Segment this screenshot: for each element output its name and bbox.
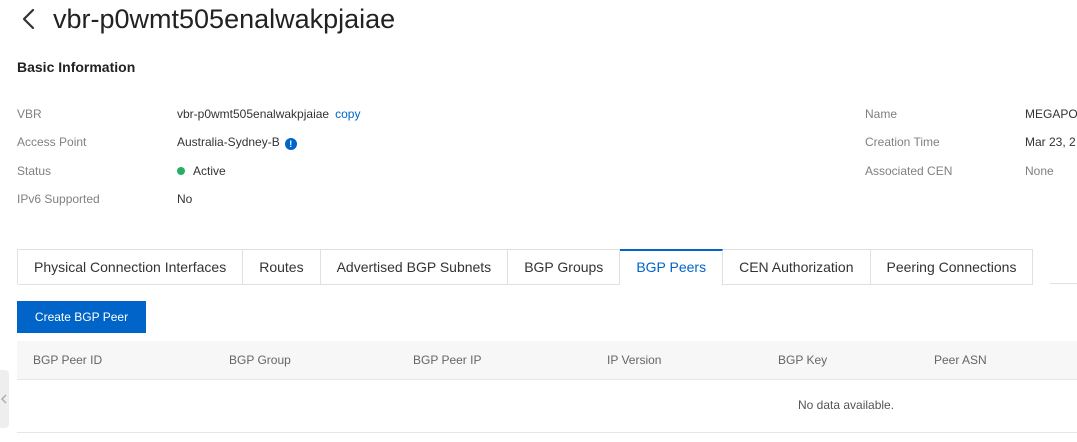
access-point-text: Australia-Sydney-B bbox=[177, 135, 280, 149]
tab-bgp-peers[interactable]: BGP Peers bbox=[620, 249, 724, 286]
column-header-peer-asn[interactable]: Peer ASN bbox=[934, 353, 987, 367]
empty-state-text: No data available. bbox=[798, 398, 895, 412]
tab-bgp-groups[interactable]: BGP Groups bbox=[508, 249, 621, 285]
column-header-bgp-peer-ip[interactable]: BGP Peer IP bbox=[413, 353, 481, 367]
table-body: No data available. bbox=[17, 380, 1077, 433]
column-header-bgp-peer-id[interactable]: BGP Peer ID bbox=[33, 353, 102, 367]
status-dot-icon bbox=[177, 167, 185, 175]
info-icon[interactable]: ! bbox=[284, 138, 297, 150]
chevron-left-icon bbox=[1, 394, 7, 404]
tab-bar-baseline bbox=[1050, 283, 1077, 284]
info-label-associated-cen: Associated CEN bbox=[865, 164, 953, 178]
tab-advertised-bgp-subnets[interactable]: Advertised BGP Subnets bbox=[320, 249, 509, 285]
back-arrow-icon[interactable] bbox=[14, 4, 44, 34]
column-header-bgp-group[interactable]: BGP Group bbox=[229, 353, 291, 367]
info-value-status: Active bbox=[177, 163, 226, 179]
info-label-vbr: VBR bbox=[17, 107, 42, 121]
info-value-name: MEGAPO bbox=[1025, 107, 1077, 121]
info-value-creation-time: Mar 23, 2 bbox=[1025, 135, 1076, 149]
column-header-ip-version[interactable]: IP Version bbox=[607, 353, 661, 367]
copy-link[interactable]: copy bbox=[335, 107, 360, 121]
vbr-id-text: vbr-p0wmt505enalwakpjaiae bbox=[177, 107, 330, 121]
page-title: vbr-p0wmt505enalwakpjaiae bbox=[53, 4, 396, 34]
tab-peering-connections[interactable]: Peering Connections bbox=[870, 249, 1034, 285]
info-value-vbr: vbr-p0wmt505enalwakpjaiae copy bbox=[177, 106, 360, 122]
info-label-ipv6: IPv6 Supported bbox=[17, 192, 100, 206]
info-value-ipv6: No bbox=[177, 192, 193, 206]
column-header-bgp-key[interactable]: BGP Key bbox=[778, 353, 827, 367]
tab-bar: Physical Connection Interfaces Routes Ad… bbox=[17, 249, 1034, 286]
status-text: Active bbox=[193, 164, 226, 178]
table-header: BGP Peer ID BGP Group BGP Peer IP IP Ver… bbox=[17, 341, 1077, 380]
info-label-creation-time: Creation Time bbox=[865, 135, 940, 149]
tab-routes[interactable]: Routes bbox=[243, 249, 321, 285]
create-bgp-peer-button[interactable]: Create BGP Peer bbox=[17, 301, 146, 333]
section-title-basic-information: Basic Information bbox=[17, 59, 136, 75]
sidebar-collapse-handle[interactable] bbox=[0, 370, 9, 428]
info-value-associated-cen: None bbox=[1025, 164, 1054, 178]
tab-cen-authorization[interactable]: CEN Authorization bbox=[723, 249, 871, 285]
info-label-name: Name bbox=[865, 107, 898, 121]
info-label-status: Status bbox=[17, 164, 52, 178]
tab-physical-connection-interfaces[interactable]: Physical Connection Interfaces bbox=[18, 249, 244, 285]
info-label-access-point: Access Point bbox=[17, 135, 87, 149]
info-value-access-point: Australia-Sydney-B! bbox=[177, 134, 297, 150]
